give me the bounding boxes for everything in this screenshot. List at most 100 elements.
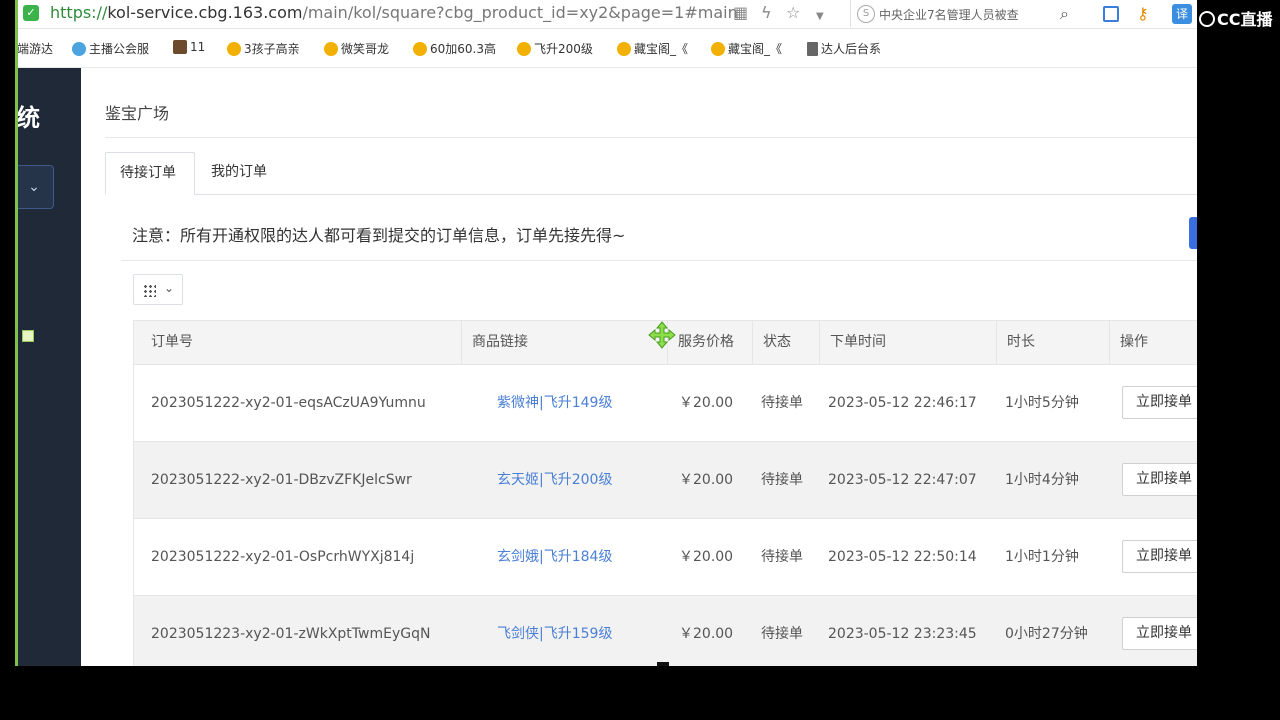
window-edge	[15, 0, 18, 666]
order-time: 2023-05-12 22:46:17	[828, 395, 977, 411]
primary-button[interactable]	[1189, 217, 1197, 249]
service-price: ￥20.00	[679, 395, 734, 411]
order-status: 待接单	[761, 549, 803, 565]
column-header: 状态	[753, 321, 820, 364]
address-bar: ✓ https://kol-service.cbg.163.com/main/k…	[15, 0, 1197, 29]
column-header: 操作	[1120, 334, 1148, 350]
column-header: 服务价格	[668, 321, 753, 364]
star-icon	[617, 42, 631, 56]
image-icon	[173, 40, 187, 54]
star-icon	[711, 42, 725, 56]
url-host: kol-service.cbg.163.com	[107, 3, 303, 22]
order-duration: 1小时1分钟	[1005, 549, 1079, 565]
column-header: 商品链接	[462, 321, 668, 364]
bookmarks-bar: 端游达 主播公会服 11 3孩子高亲 微笑哥龙 60加60.3高 飞升200级 …	[15, 29, 1197, 68]
bookmark-item[interactable]: 微笑哥龙	[324, 40, 389, 57]
product-link[interactable]: 玄天姬|飞升200级	[497, 442, 612, 518]
search-icon[interactable]: ⌕	[1060, 4, 1069, 24]
service-price: ￥20.00	[679, 626, 734, 642]
order-id: 2023051222-xy2-01-eqsACzUA9Yumnu	[151, 395, 426, 411]
sidebar-indicator	[22, 330, 34, 342]
bookmark-item[interactable]: 飞升200级	[517, 40, 593, 57]
key-extension-icon[interactable]: ⚷	[1137, 4, 1149, 23]
order-id: 2023051223-xy2-01-zWkXptTwmEyGqN	[151, 626, 431, 642]
tab-my-orders[interactable]: 我的订单	[197, 152, 287, 193]
service-price: ￥20.00	[679, 472, 734, 488]
grid-icon	[143, 284, 156, 297]
tab-pending-orders[interactable]: 待接订单	[105, 152, 195, 195]
order-duration: 1小时5分钟	[1005, 395, 1079, 411]
sidebar-title: 统	[16, 104, 40, 132]
column-toggle-button[interactable]: ⌄	[133, 274, 183, 305]
star-icon	[227, 42, 241, 56]
order-duration: 0小时27分钟	[1005, 626, 1088, 642]
order-id: 2023051222-xy2-01-OsPcrhWYXj814j	[151, 549, 415, 565]
url-path: /main/kol/square?cbg_product_id=xy2&page…	[302, 3, 738, 22]
sidebar-select[interactable]: ⌄	[15, 165, 54, 209]
order-time: 2023-05-12 22:50:14	[828, 549, 977, 565]
url-field[interactable]: https://kol-service.cbg.163.com/main/kol…	[50, 3, 738, 22]
lightning-icon[interactable]: ϟ	[761, 4, 772, 22]
divider	[121, 260, 1197, 261]
column-header: 下单时间	[820, 321, 997, 364]
order-status: 待接单	[761, 472, 803, 488]
dropdown-arrow-icon[interactable]: ▼	[816, 8, 824, 26]
table-row: 2023051222-xy2-01-DBzvZFKJelcSwr 玄天姬|飞升2…	[134, 442, 1197, 519]
bookmark-item[interactable]: 达人后台系	[807, 40, 881, 57]
secure-shield-icon: ✓	[23, 5, 39, 21]
cloud-icon	[72, 42, 86, 56]
login-extension-icon[interactable]	[1103, 6, 1119, 22]
cc-logo-icon	[1199, 11, 1215, 27]
accept-order-button[interactable]: 立即接单	[1122, 386, 1197, 419]
bookmark-item[interactable]: 主播公会服	[72, 40, 149, 57]
order-status: 待接单	[761, 626, 803, 642]
sogou-icon: S	[857, 5, 875, 23]
order-duration: 1小时4分钟	[1005, 472, 1079, 488]
chevron-down-icon: ⌄	[164, 281, 175, 295]
bookmark-item[interactable]: 11	[173, 40, 205, 54]
browser-window: ✓ https://kol-service.cbg.163.com/main/k…	[15, 0, 1197, 666]
service-price: ￥20.00	[679, 549, 734, 565]
qr-code-icon[interactable]: ▦	[733, 4, 748, 22]
tab-bar: 待接订单 我的订单	[105, 152, 1197, 195]
url-protocol: https://	[50, 3, 108, 22]
doc-icon	[807, 42, 818, 56]
bookmark-star-icon[interactable]: ☆	[786, 4, 800, 22]
app-sidebar: 统 ⌄	[15, 68, 81, 666]
bookmark-item[interactable]: 端游达	[17, 40, 53, 57]
order-id: 2023051222-xy2-01-DBzvZFKJelcSwr	[151, 472, 412, 488]
move-cursor-icon	[648, 321, 676, 349]
chevron-down-icon: ⌄	[28, 179, 40, 195]
translate-extension-icon[interactable]: 译	[1172, 4, 1192, 24]
news-ticker-text: 中央企业7名管理人员被查	[879, 8, 1019, 22]
cc-live-watermark: CC直播	[1199, 6, 1273, 30]
order-time: 2023-05-12 22:47:07	[828, 472, 977, 488]
product-link[interactable]: 玄剑娥|飞升184级	[497, 519, 612, 595]
cursor-artifact	[657, 662, 669, 666]
notice-text: 注意：所有开通权限的达人都可看到提交的订单信息，订单先接先得~	[132, 226, 626, 245]
table-row: 2023051223-xy2-01-zWkXptTwmEyGqN 飞剑侠|飞升1…	[134, 596, 1197, 666]
accept-order-button[interactable]: 立即接单	[1122, 617, 1197, 650]
product-link[interactable]: 紫微神|飞升149级	[497, 365, 612, 441]
page-title: 鉴宝广场	[105, 104, 170, 123]
star-icon	[324, 42, 338, 56]
order-status: 待接单	[761, 395, 803, 411]
order-time: 2023-05-12 23:23:45	[828, 626, 977, 642]
star-icon	[413, 42, 427, 56]
product-link[interactable]: 飞剑侠|飞升159级	[497, 596, 612, 666]
table-row: 2023051222-xy2-01-eqsACzUA9Yumnu 紫微神|飞升1…	[134, 365, 1197, 442]
column-header: 时长	[997, 321, 1110, 364]
main-content: 鉴宝广场 待接订单 我的订单 注意：所有开通权限的达人都可看到提交的订单信息，订…	[81, 68, 1197, 666]
column-header: 订单号	[134, 321, 462, 364]
bookmark-item[interactable]: 60加60.3高	[413, 40, 496, 57]
bookmark-item[interactable]: 3孩子高亲	[227, 40, 300, 57]
accept-order-button[interactable]: 立即接单	[1122, 540, 1197, 573]
orders-table: 订单号 商品链接 服务价格 状态 下单时间 时长 操作 2023051222-x…	[133, 320, 1197, 666]
bookmark-item[interactable]: 藏宝阁_《	[617, 40, 688, 57]
news-ticker[interactable]: S 中央企业7名管理人员被查	[850, 0, 1136, 27]
star-icon	[517, 42, 531, 56]
table-row: 2023051222-xy2-01-OsPcrhWYXj814j 玄剑娥|飞升1…	[134, 519, 1197, 596]
bookmark-item[interactable]: 藏宝阁_《	[711, 40, 782, 57]
accept-order-button[interactable]: 立即接单	[1122, 463, 1197, 496]
divider	[105, 137, 1197, 138]
